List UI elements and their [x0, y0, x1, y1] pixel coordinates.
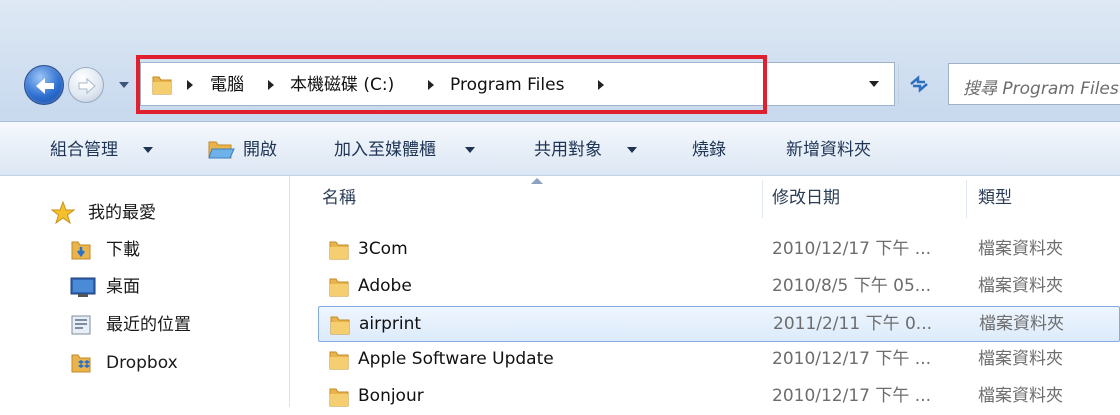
file-name: Adobe: [358, 276, 412, 296]
include-in-library-button[interactable]: 加入至媒體櫃: [334, 138, 436, 162]
open-button[interactable]: 開啟: [243, 138, 277, 162]
burn-button[interactable]: 燒錄: [692, 138, 726, 162]
file-date-modified: 2010/8/5 下午 05...: [772, 276, 932, 296]
folder-icon: [329, 241, 349, 260]
breadcrumb-arrow-icon[interactable]: [267, 80, 275, 90]
desktop-icon: [70, 277, 96, 297]
organize-dropdown-icon[interactable]: [143, 147, 153, 154]
column-separator[interactable]: [762, 180, 763, 218]
column-header-name[interactable]: 名稱: [322, 178, 356, 218]
folder-icon: [329, 351, 349, 370]
sidebar-item-downloads[interactable]: 下載: [106, 237, 140, 263]
folder-icon: [329, 388, 349, 407]
file-type: 檔案資料夾: [978, 349, 1063, 369]
file-date-modified: 2010/12/17 下午 ...: [772, 386, 932, 406]
file-name: Bonjour: [358, 386, 424, 406]
search-placeholder: 搜尋 Program Files: [963, 79, 1119, 99]
breadcrumb-local-disk[interactable]: 本機磁碟 (C:): [290, 73, 394, 97]
file-name: airprint: [359, 314, 422, 334]
file-date-modified: 2011/2/11 下午 0...: [773, 314, 933, 334]
breadcrumb-arrow-icon[interactable]: [427, 80, 435, 90]
refresh-icon: [910, 75, 928, 93]
new-folder-button[interactable]: 新增資料夾: [786, 138, 871, 162]
file-name: 3Com: [358, 239, 408, 259]
downloads-icon: [71, 241, 91, 260]
sidebar-item-desktop[interactable]: 桌面: [106, 274, 140, 300]
address-history-dropdown-icon[interactable]: [868, 80, 880, 88]
file-date-modified: 2010/12/17 下午 ...: [772, 349, 932, 369]
file-row-selected[interactable]: airprint 2011/2/11 下午 0... 檔案資料夾: [318, 306, 1120, 342]
search-input[interactable]: 搜尋 Program Files: [948, 63, 1120, 105]
back-button[interactable]: [24, 65, 64, 105]
organize-button[interactable]: 組合管理: [50, 138, 118, 162]
sort-ascending-icon: [531, 178, 543, 184]
file-date-modified: 2010/12/17 下午 ...: [772, 239, 932, 259]
breadcrumb-arrow-icon[interactable]: [597, 80, 605, 90]
recent-pages-dropdown-icon[interactable]: [118, 81, 130, 89]
sidebar-item-dropbox[interactable]: Dropbox: [106, 350, 178, 376]
file-type: 檔案資料夾: [978, 239, 1063, 259]
folder-icon: [329, 278, 349, 297]
sidebar-item-recent-places[interactable]: 最近的位置: [106, 312, 191, 338]
column-header-date-modified[interactable]: 修改日期: [772, 178, 840, 218]
folder-icon: [152, 76, 172, 95]
forward-button[interactable]: [68, 67, 104, 103]
file-row[interactable]: Apple Software Update 2010/12/17 下午 ... …: [318, 342, 1120, 378]
breadcrumb-arrow-icon[interactable]: [186, 80, 194, 90]
folder-icon: [330, 316, 350, 335]
refresh-button[interactable]: [898, 63, 938, 105]
forward-arrow-icon: [78, 77, 96, 95]
share-with-button[interactable]: 共用對象: [534, 138, 602, 162]
dropbox-icon: [71, 354, 91, 373]
file-row[interactable]: Bonjour 2010/12/17 下午 ... 檔案資料夾: [318, 379, 1120, 415]
share-with-dropdown-icon[interactable]: [627, 147, 637, 154]
file-name: Apple Software Update: [358, 349, 554, 369]
recent-places-icon: [71, 315, 91, 335]
star-icon: [50, 200, 76, 225]
breadcrumb-computer[interactable]: 電腦: [210, 73, 244, 97]
back-arrow-icon: [36, 78, 54, 94]
column-separator[interactable]: [966, 180, 967, 218]
column-header-type[interactable]: 類型: [978, 178, 1012, 218]
open-folder-icon: [208, 141, 235, 159]
file-row[interactable]: 3Com 2010/12/17 下午 ... 檔案資料夾: [318, 232, 1120, 268]
include-library-dropdown-icon[interactable]: [465, 147, 475, 154]
file-type: 檔案資料夾: [978, 276, 1063, 296]
file-type: 檔案資料夾: [979, 314, 1064, 334]
sidebar-favorites[interactable]: 我的最愛: [88, 200, 156, 226]
file-type: 檔案資料夾: [978, 386, 1063, 406]
breadcrumb-program-files[interactable]: Program Files: [450, 73, 564, 97]
file-row[interactable]: Adobe 2010/8/5 下午 05... 檔案資料夾: [318, 269, 1120, 305]
